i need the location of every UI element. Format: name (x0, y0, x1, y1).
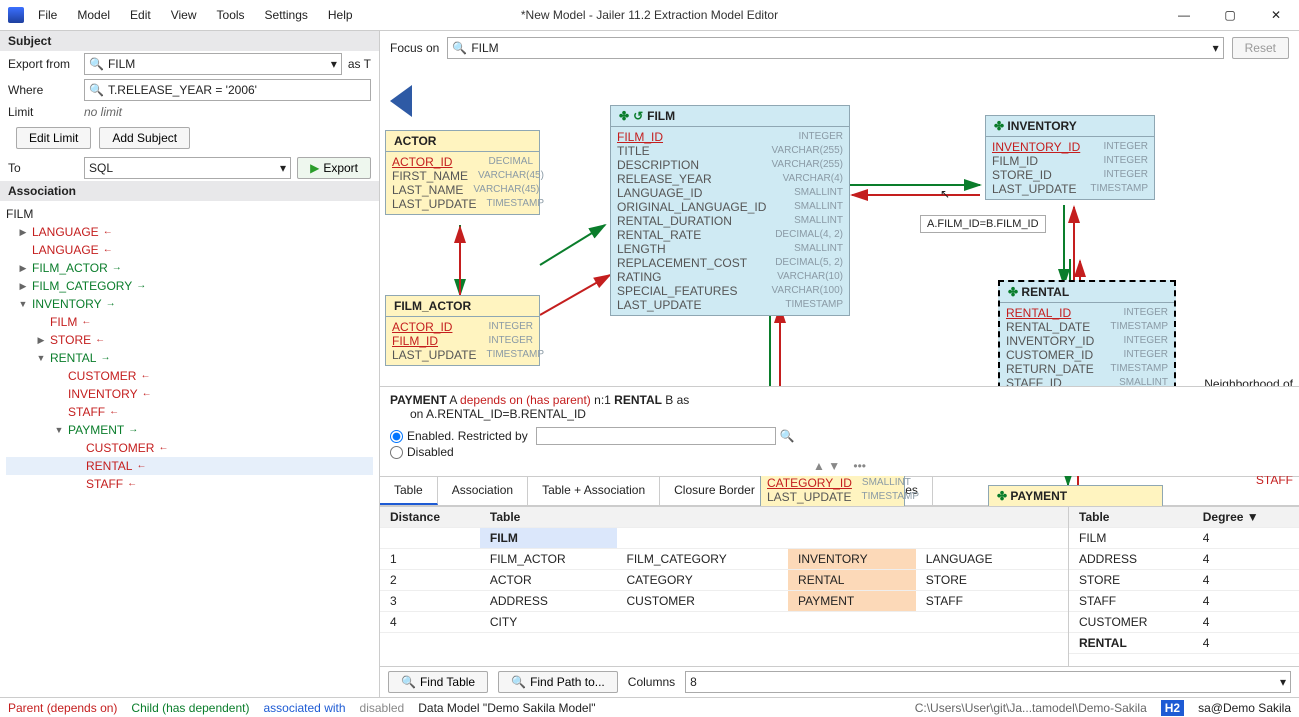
chevron-down-icon: ▾ (1213, 41, 1219, 55)
to-label: To (8, 161, 78, 175)
focus-label: Focus on (390, 41, 439, 55)
chevron-down-icon: ▾ (331, 57, 337, 71)
menu-settings[interactable]: Settings (257, 6, 316, 24)
export-from-label: Export from (8, 57, 78, 71)
back-arrow-icon[interactable] (390, 85, 412, 117)
chevron-down-icon: ▾ (280, 161, 286, 175)
menu-file[interactable]: File (30, 6, 65, 24)
where-input[interactable]: 🔍 T.RELEASE_YEAR = '2006' (84, 79, 371, 101)
tree-node[interactable]: ▼INVENTORY → (6, 295, 373, 313)
find-path-button[interactable]: 🔍Find Path to... (498, 671, 618, 693)
tree-node[interactable]: CUSTOMER ← (6, 367, 373, 385)
tree-node[interactable]: STAFF ← (6, 475, 373, 493)
search-icon: 🔍 (401, 675, 416, 689)
tree-root[interactable]: FILM (6, 205, 373, 223)
app-icon (8, 7, 24, 23)
menu-tools[interactable]: Tools (209, 6, 253, 24)
table-film-actor[interactable]: FILM_ACTOR ACTOR_IDINTEGERFILM_IDINTEGER… (385, 295, 540, 366)
export-from-value: FILM (108, 57, 135, 71)
play-icon: ▶ (310, 161, 319, 175)
enabled-radio[interactable] (390, 430, 403, 443)
to-combo[interactable]: SQL ▾ (84, 157, 291, 179)
where-label: Where (8, 83, 78, 97)
plus-icon: ✤ (1008, 285, 1018, 299)
focus-combo[interactable]: 🔍 FILM ▾ (447, 37, 1223, 59)
tree-node[interactable]: ▶FILM_ACTOR → (6, 259, 373, 277)
menu-view[interactable]: View (163, 6, 205, 24)
plus-icon: ✤ (997, 489, 1007, 503)
fk-tooltip: A.FILM_ID=B.FILM_ID (920, 215, 1046, 233)
columns-spinner[interactable]: 8▾ (685, 671, 1291, 693)
distance-table[interactable]: DistanceTable FILM1FILM_ACTORFILM_CATEGO… (380, 507, 1068, 633)
table-inventory[interactable]: ✤ INVENTORY INVENTORY_IDINTEGERFILM_IDIN… (985, 115, 1155, 200)
find-table-button[interactable]: 🔍Find Table (388, 671, 488, 693)
search-icon: 🔍 (89, 83, 104, 97)
where-value: T.RELEASE_YEAR = '2006' (108, 83, 257, 97)
table-film[interactable]: ✤ ↺ FILM FILM_IDINTEGERTITLEVARCHAR(255)… (610, 105, 850, 316)
menu-help[interactable]: Help (320, 6, 361, 24)
plus-icon: ✤ (994, 119, 1004, 133)
search-icon: 🔍 (452, 41, 467, 55)
tree-node[interactable]: FILM ← (6, 313, 373, 331)
tree-node[interactable]: ▶STORE ← (6, 331, 373, 349)
export-from-combo[interactable]: 🔍 FILM ▾ (84, 53, 342, 75)
h2-badge: H2 (1161, 700, 1184, 716)
association-header: Association (0, 181, 379, 201)
menu-model[interactable]: Model (69, 6, 118, 24)
table-payment[interactable]: ✤ PAYMENT (988, 485, 1163, 506)
relation-panel: PAYMENT A depends on (has parent) n:1 RE… (380, 386, 1299, 476)
tree-node[interactable]: CUSTOMER ← (6, 439, 373, 457)
tree-node[interactable]: ▼RENTAL → (6, 349, 373, 367)
disabled-radio[interactable] (390, 446, 403, 459)
columns-label: Columns (628, 675, 675, 689)
to-value: SQL (89, 161, 113, 175)
limit-label: Limit (8, 105, 78, 119)
cursor-icon: ↖ (940, 187, 954, 205)
status-bar: Parent (depends on) Child (has dependent… (0, 697, 1299, 717)
table-actor[interactable]: ACTOR ACTOR_IDDECIMALFIRST_NAMEVARCHAR(4… (385, 130, 540, 215)
search-icon: 🔍 (511, 675, 526, 689)
maximize-button[interactable]: ▢ (1207, 0, 1253, 30)
menu-edit[interactable]: Edit (122, 6, 159, 24)
tree-node[interactable]: ▼PAYMENT → (6, 421, 373, 439)
reset-button[interactable]: Reset (1232, 37, 1289, 59)
as-t-label: as T (348, 57, 371, 71)
tree-node[interactable]: STAFF ← (6, 403, 373, 421)
tree-node[interactable]: ▶FILM_CATEGORY → (6, 277, 373, 295)
tree-node[interactable]: INVENTORY ← (6, 385, 373, 403)
restricted-by-input[interactable] (536, 427, 776, 445)
subject-header: Subject (0, 31, 379, 51)
degree-table[interactable]: TableDegree ▼ FILM4ADDRESS4STORE4STAFF4C… (1069, 507, 1299, 654)
tree-node[interactable]: LANGUAGE ← (6, 241, 373, 259)
search-icon[interactable]: 🔍 (780, 429, 795, 443)
menubar: File Model Edit View Tools Settings Help (30, 6, 361, 24)
tree-node[interactable]: ▶LANGUAGE ← (6, 223, 373, 241)
chevron-down-icon: ▾ (1280, 675, 1286, 689)
plus-icon: ✤ (619, 109, 629, 123)
close-button[interactable]: ✕ (1253, 0, 1299, 30)
limit-value: no limit (84, 105, 122, 119)
edit-limit-button[interactable]: Edit Limit (16, 127, 91, 149)
minimize-button[interactable]: — (1161, 0, 1207, 30)
association-tree[interactable]: FILM ▶LANGUAGE ←LANGUAGE ←▶FILM_ACTOR →▶… (0, 201, 379, 697)
search-icon: 🔍 (89, 57, 104, 71)
add-subject-button[interactable]: Add Subject (99, 127, 190, 149)
refresh-icon: ↺ (633, 109, 643, 123)
tree-node[interactable]: RENTAL ← (6, 457, 373, 475)
export-button[interactable]: ▶ Export (297, 157, 371, 179)
